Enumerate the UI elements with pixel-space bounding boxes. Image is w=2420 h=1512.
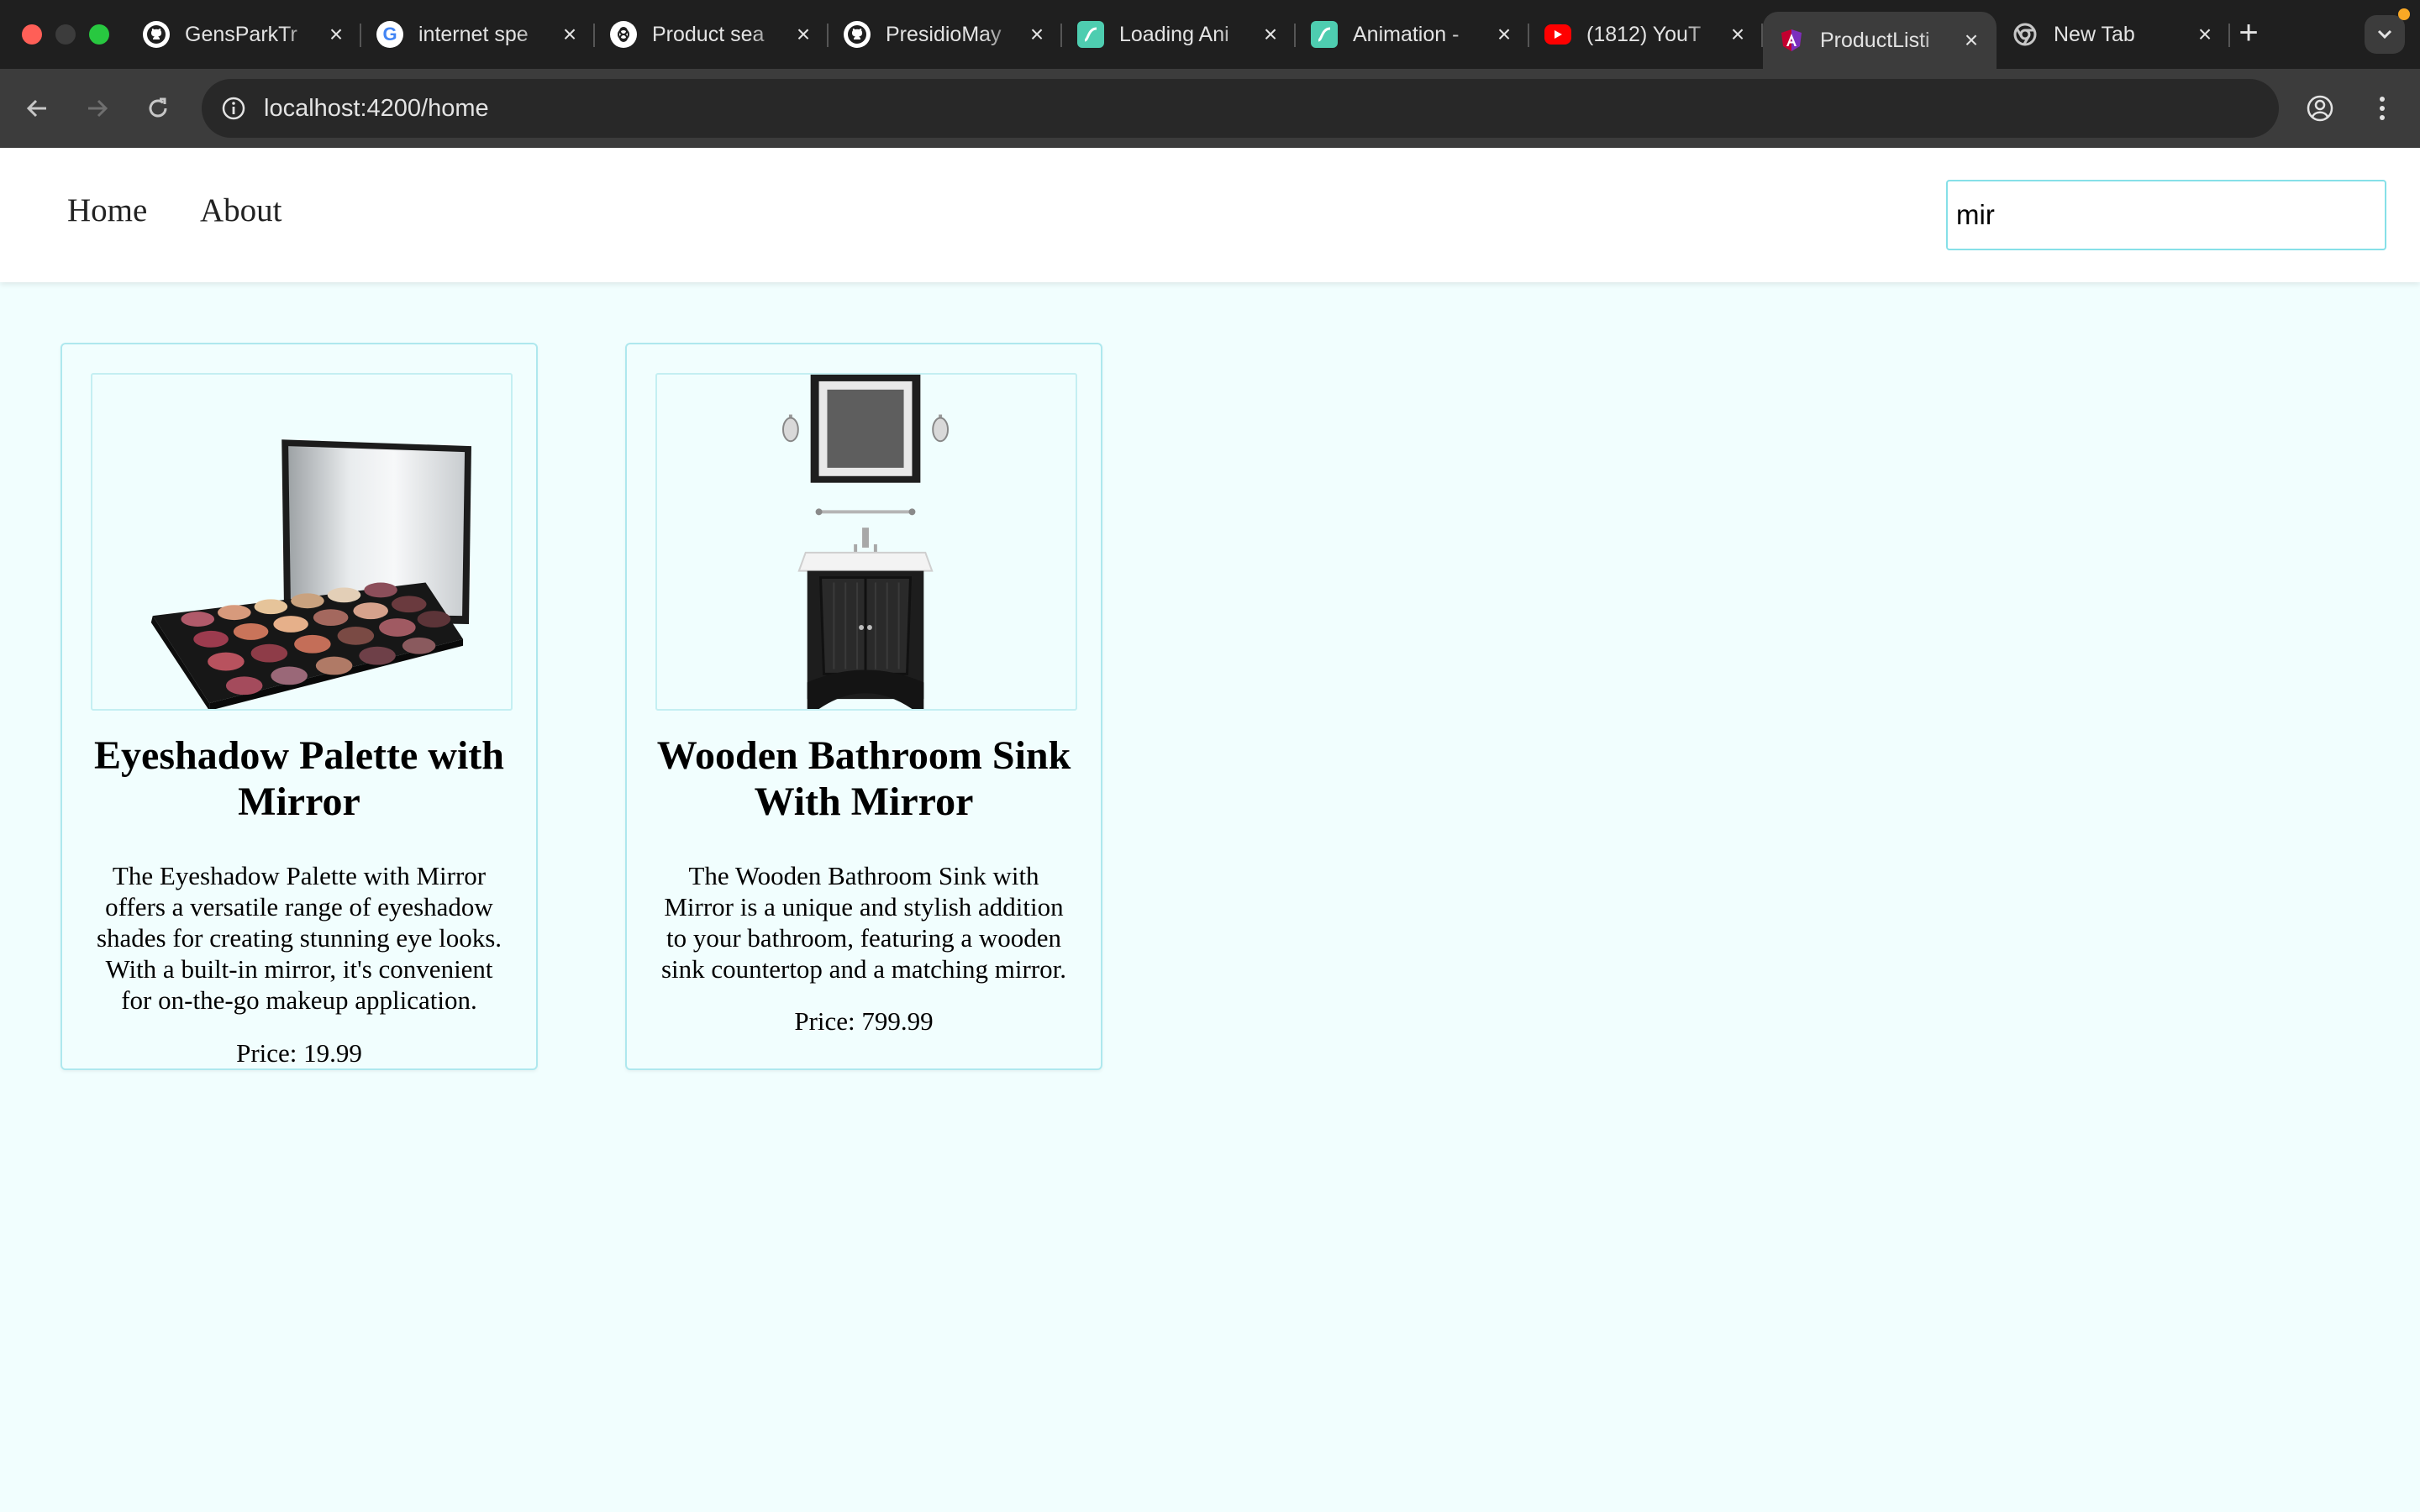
close-icon[interactable]: × bbox=[2193, 23, 2217, 46]
chevron-down-icon bbox=[2377, 29, 2392, 39]
product-title: Wooden Bathroom Sink With Mirror bbox=[656, 733, 1071, 824]
close-icon[interactable]: × bbox=[324, 23, 348, 46]
chrome-icon bbox=[2012, 21, 2039, 48]
close-icon[interactable]: × bbox=[1259, 23, 1282, 46]
window-close-button[interactable] bbox=[22, 24, 42, 45]
product-title: Eyeshadow Palette with Mirror bbox=[94, 733, 504, 824]
tab-title: (1812) YouT bbox=[1586, 22, 1702, 46]
back-button[interactable] bbox=[18, 90, 55, 127]
product-description: The Wooden Bathroom Sink with Mirror is … bbox=[660, 861, 1067, 984]
address-bar[interactable]: localhost:4200/home bbox=[202, 79, 2279, 138]
close-icon[interactable]: × bbox=[1960, 29, 1983, 52]
browser-tab[interactable]: Animation - × bbox=[1296, 0, 1529, 69]
more-menu-icon[interactable] bbox=[2363, 89, 2402, 128]
tab-title: ProductListi bbox=[1820, 28, 1930, 52]
animation-app-icon bbox=[1077, 21, 1104, 48]
close-icon[interactable]: × bbox=[1726, 23, 1749, 46]
google-icon: G bbox=[376, 21, 403, 48]
browser-toolbar: localhost:4200/home bbox=[0, 69, 2420, 148]
browser-tab-strip: GensParkTr × G internet spe × Product se… bbox=[0, 0, 2420, 69]
angular-icon bbox=[1778, 27, 1805, 54]
tab-title: GensParkTr bbox=[185, 22, 297, 46]
browser-tab[interactable]: Product sea × bbox=[595, 0, 829, 69]
search-input[interactable] bbox=[1946, 180, 2386, 250]
new-tab-button[interactable]: + bbox=[2232, 16, 2265, 50]
close-icon[interactable]: × bbox=[1492, 23, 1516, 46]
openai-icon bbox=[610, 21, 637, 48]
tab-title: internet spe bbox=[418, 22, 529, 46]
product-image bbox=[655, 373, 1077, 711]
tab-title: New Tab bbox=[2054, 22, 2135, 46]
bathroom-sink-image bbox=[782, 375, 950, 709]
window-zoom-button[interactable] bbox=[89, 24, 109, 45]
browser-tab-active[interactable]: ProductListi × bbox=[1763, 12, 1996, 69]
tab-search-button[interactable] bbox=[2365, 15, 2405, 54]
tab-title: Loading Ani bbox=[1119, 22, 1229, 46]
product-description: The Eyeshadow Palette with Mirror offers… bbox=[96, 861, 502, 1015]
window-minimize-button[interactable] bbox=[55, 24, 76, 45]
nav-about-link[interactable]: About bbox=[200, 192, 282, 229]
tab-title: Animation - bbox=[1353, 22, 1460, 46]
github-icon bbox=[844, 21, 871, 48]
tab-list: GensParkTr × G internet spe × Product se… bbox=[128, 0, 2230, 69]
profile-icon[interactable] bbox=[2301, 89, 2339, 128]
browser-tab[interactable]: (1812) YouT × bbox=[1529, 0, 1763, 69]
product-image bbox=[91, 373, 513, 711]
site-header: Home About bbox=[0, 148, 2420, 282]
product-price: Price: 19.99 bbox=[236, 1038, 362, 1068]
product-card[interactable]: Wooden Bathroom Sink With Mirror The Woo… bbox=[625, 343, 1102, 1070]
browser-tab[interactable]: New Tab × bbox=[1996, 0, 2230, 69]
browser-tab[interactable]: G internet spe × bbox=[361, 0, 595, 69]
close-icon[interactable]: × bbox=[1025, 23, 1049, 46]
url-text: localhost:4200/home bbox=[264, 95, 489, 122]
nav-home-link[interactable]: Home bbox=[67, 192, 147, 229]
close-icon[interactable]: × bbox=[558, 23, 581, 46]
eyeshadow-palette-image bbox=[150, 439, 471, 709]
tab-title: PresidioMay bbox=[886, 22, 1002, 46]
github-icon bbox=[143, 21, 170, 48]
forward-button[interactable] bbox=[79, 90, 116, 127]
product-price: Price: 799.99 bbox=[794, 1006, 934, 1036]
browser-tab[interactable]: Loading Ani × bbox=[1062, 0, 1296, 69]
update-indicator bbox=[2398, 8, 2410, 20]
browser-tab[interactable]: GensParkTr × bbox=[128, 0, 361, 69]
tab-separator bbox=[2228, 24, 2230, 47]
browser-tab[interactable]: PresidioMay × bbox=[829, 0, 1062, 69]
tab-title: Product sea bbox=[652, 22, 765, 46]
product-card[interactable]: Eyeshadow Palette with Mirror The Eyesha… bbox=[60, 343, 538, 1070]
site-info-icon[interactable] bbox=[215, 90, 252, 127]
reload-button[interactable] bbox=[139, 90, 176, 127]
youtube-icon bbox=[1544, 24, 1571, 45]
close-icon[interactable]: × bbox=[792, 23, 815, 46]
arrow-left-icon bbox=[26, 99, 46, 118]
arrow-right-icon bbox=[88, 99, 108, 118]
animation-app-icon bbox=[1311, 21, 1338, 48]
reload-icon bbox=[149, 97, 167, 118]
